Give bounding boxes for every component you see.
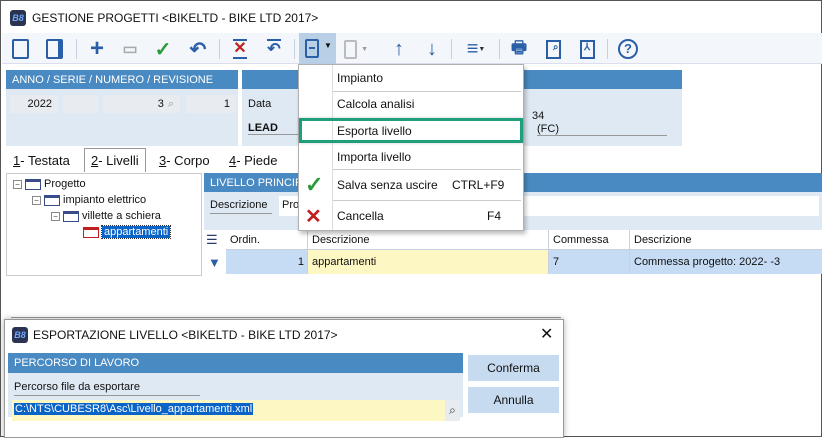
tab-piede[interactable]: 4 - Piede (223, 149, 283, 171)
cell-descrizione-commessa[interactable]: Commessa progetto: 2022- -3 (630, 250, 822, 274)
export-level-dialog: B8 ESPORTAZIONE LIVELLO <BIKELTD - BIKE … (4, 319, 564, 438)
menu-item-salva-senza-uscire[interactable]: ✓ Salva senza uscire CTRL+F9 (299, 170, 523, 200)
work-path-panel: PERCORSO DI LAVORO Percorso file da espo… (8, 353, 463, 421)
tree-node-impianto[interactable]: − impianto elettrico (32, 192, 146, 208)
menu-item-cancella[interactable]: ✕ Cancella F4 (299, 201, 523, 231)
menu-item-calcola-analisi[interactable]: Calcola analisi (299, 91, 523, 117)
revisione-field[interactable]: 1 (186, 95, 236, 113)
column-header-ordin[interactable]: Ordin. (226, 230, 308, 250)
menu-item-impianto[interactable]: Impianto (299, 65, 523, 91)
arrow-up-icon[interactable]: ↑ (387, 37, 411, 61)
panel-left-icon[interactable] (8, 37, 32, 61)
anno-field[interactable]: 2022 (10, 95, 58, 113)
descrizione-label: Descrizione (210, 199, 272, 214)
data-label: Data (248, 98, 272, 110)
tree-node-appartamenti[interactable]: appartamenti (83, 224, 172, 240)
menu-item-importa-livello[interactable]: Importa livello (299, 144, 523, 169)
document-menu-button[interactable]: ▼ (299, 33, 336, 64)
tab-livelli[interactable]: 2 - Livelli (84, 148, 146, 172)
close-x-icon: ✕ (305, 205, 322, 228)
hamburger-menu-icon[interactable]: ≡ ▼ (459, 37, 493, 61)
tree-node-progetto[interactable]: − Progetto (13, 176, 86, 192)
search-icon[interactable]: ⌕ (168, 98, 174, 111)
app-logo: B8 (10, 10, 26, 26)
path-value: C:\NTS\CUBESR8\Asc\Livello_appartamenti.… (14, 403, 254, 415)
delete-icon[interactable]: ✕ (228, 37, 252, 61)
column-header-descrizione-commessa[interactable]: Descrizione (630, 230, 822, 250)
tab-testata[interactable]: 1 - Testata (7, 149, 76, 171)
cell-ordin[interactable]: 1 (226, 250, 308, 274)
arrow-down-icon[interactable]: ↓ (420, 37, 444, 61)
toolbar: + ▭ ✓ ↶ ✕ ↶ ▼ ▼ ↑ ↓ ≡ ▼ 🖶 ⌕ ⅄ ? (2, 33, 822, 64)
restore-icon[interactable]: ↶ (262, 37, 286, 61)
document-dropdown-menu: Impianto Calcola analisi Esporta livello… (298, 64, 524, 231)
numero-field[interactable]: 3 ⌕ (103, 95, 180, 113)
save-check-icon[interactable]: ✓ (151, 37, 175, 61)
info-text-1: 34 (532, 110, 545, 122)
cancel-button[interactable]: Annulla (468, 387, 559, 413)
document-id-panel: ANNO / SERIE / NUMERO / REVISIONE 2022 3… (6, 70, 238, 146)
document-id-header: ANNO / SERIE / NUMERO / REVISIONE (6, 70, 238, 89)
undo-icon[interactable]: ↶ (186, 37, 210, 61)
main-window: B8 GESTIONE PROGETTI <BIKELTD - BIKE LTD… (0, 0, 822, 438)
dialog-title: ESPORTAZIONE LIVELLO <BIKELTD - BIKE LTD… (33, 328, 338, 342)
add-icon[interactable]: + (85, 35, 109, 62)
confirm-button[interactable]: Conferma (468, 355, 559, 381)
dialog-close-button[interactable]: ✕ (540, 324, 553, 344)
path-label: Percorso file da esportare (14, 381, 200, 396)
work-path-header: PERCORSO DI LAVORO (8, 353, 463, 373)
levels-grid: ☰ ▼ Ordin. Descrizione Commessa Descrizi… (204, 230, 822, 274)
level-tree: − Progetto − impianto elettrico − villette … (6, 173, 202, 276)
menu-item-esporta-livello[interactable]: Esporta livello (299, 118, 523, 143)
column-chooser-icon[interactable]: ☰ (206, 232, 218, 248)
tree-node-villette[interactable]: − villette a schiera (51, 208, 161, 224)
window-title: GESTIONE PROGETTI <BIKELTD - BIKE LTD 20… (32, 11, 319, 25)
numero-value: 3 (157, 98, 164, 110)
path-input[interactable]: C:\NTS\CUBESR8\Asc\Livello_appartamenti.… (12, 400, 460, 421)
cell-descrizione[interactable]: appartamenti (308, 250, 549, 274)
open-folder-icon[interactable]: ▭ (118, 37, 142, 61)
check-icon: ✓ (305, 172, 324, 197)
pdf-icon[interactable]: ⅄ (575, 37, 599, 61)
tab-corpo[interactable]: 3 - Corpo (153, 149, 216, 171)
filter-icon[interactable]: ▼ (208, 255, 221, 270)
print-icon[interactable]: 🖶 (507, 37, 531, 61)
column-header-commessa[interactable]: Commessa (549, 230, 630, 250)
panel-right-icon[interactable] (42, 37, 66, 61)
help-icon[interactable]: ? (616, 37, 640, 61)
lead-label: LEAD (248, 122, 298, 135)
cell-commessa[interactable]: 7 (549, 250, 630, 274)
serie-field[interactable] (63, 95, 98, 113)
dialog-logo: B8 (12, 327, 28, 343)
browse-search-icon[interactable]: ⌕ (445, 400, 460, 421)
info-text-2: (FC) (537, 123, 667, 136)
document-disabled-icon[interactable]: ▼ (344, 37, 368, 61)
column-header-descrizione[interactable]: Descrizione (308, 230, 549, 250)
print-preview-icon[interactable]: ⌕ (541, 37, 565, 61)
